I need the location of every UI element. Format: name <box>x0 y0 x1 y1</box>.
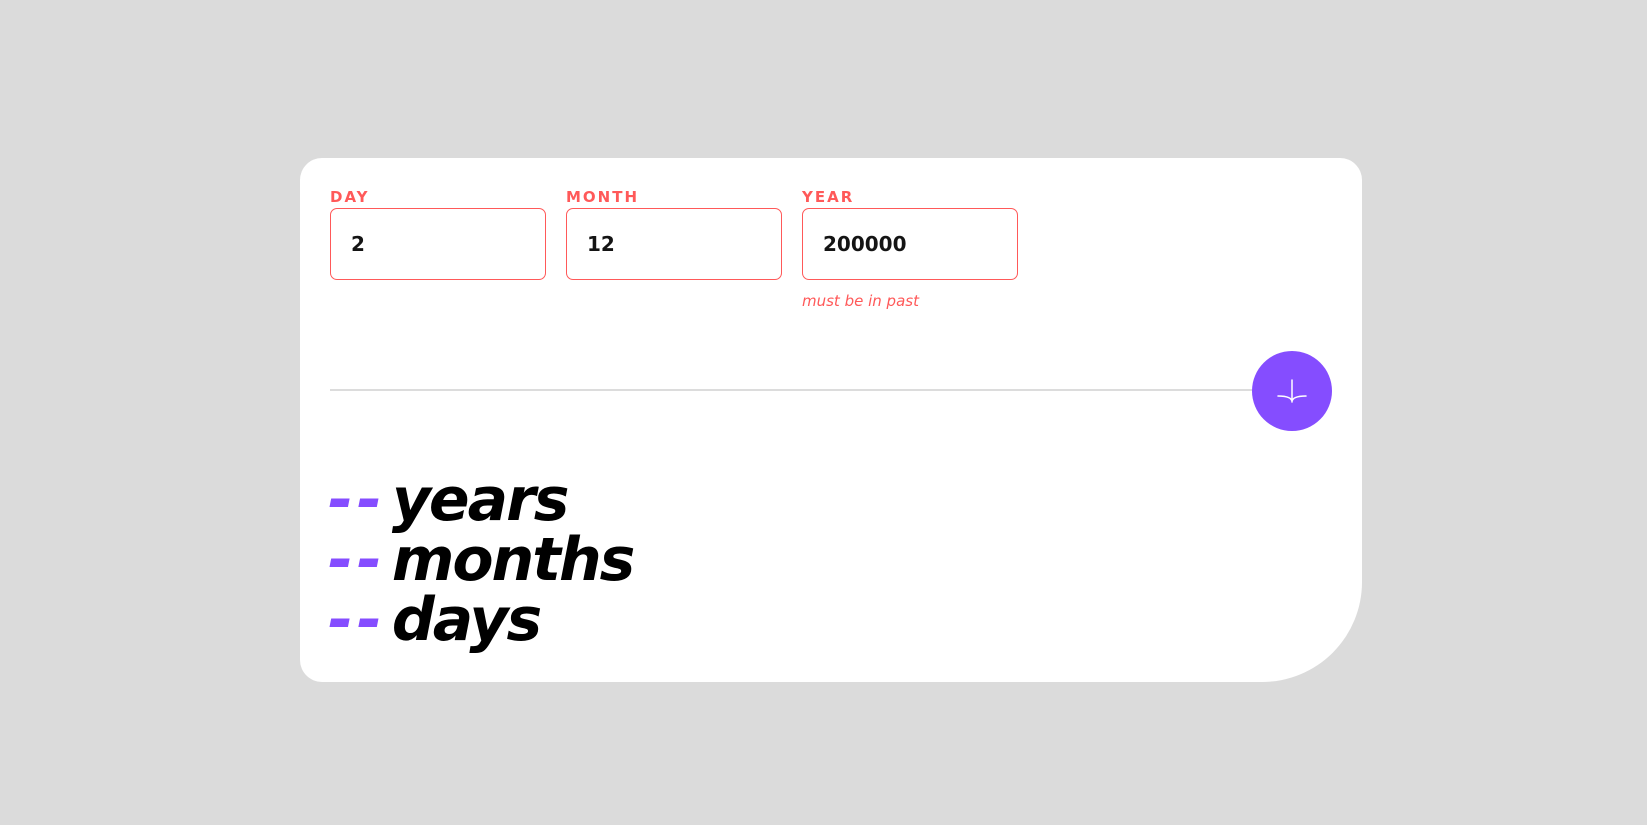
month-label: MONTH <box>566 188 640 206</box>
divider <box>330 389 1330 391</box>
result-years: -- years <box>328 470 633 530</box>
years-value: -- <box>328 465 386 535</box>
year-error-message: must be in past <box>802 292 919 310</box>
month-field: MONTH <box>566 188 782 280</box>
day-field: DAY <box>330 188 546 280</box>
results: -- years -- months -- days <box>328 470 636 650</box>
day-input[interactable] <box>330 208 546 280</box>
day-label: DAY <box>330 188 370 206</box>
result-months: -- months <box>328 525 636 595</box>
month-input[interactable] <box>566 208 782 280</box>
year-field: YEAR must be in past <box>802 188 1018 310</box>
arrow-down-icon <box>1277 379 1307 403</box>
result-days: -- days <box>328 590 633 650</box>
years-unit: years <box>391 465 570 535</box>
age-calculator-card: DAY MONTH YEAR must be in past -- years … <box>300 158 1362 682</box>
year-input[interactable] <box>802 208 1018 280</box>
year-label: YEAR <box>802 188 855 206</box>
days-value: -- <box>328 585 386 655</box>
months-value: -- <box>328 525 386 595</box>
months-unit: months <box>391 525 636 595</box>
days-unit: days <box>391 585 542 655</box>
submit-button[interactable] <box>1252 351 1332 431</box>
